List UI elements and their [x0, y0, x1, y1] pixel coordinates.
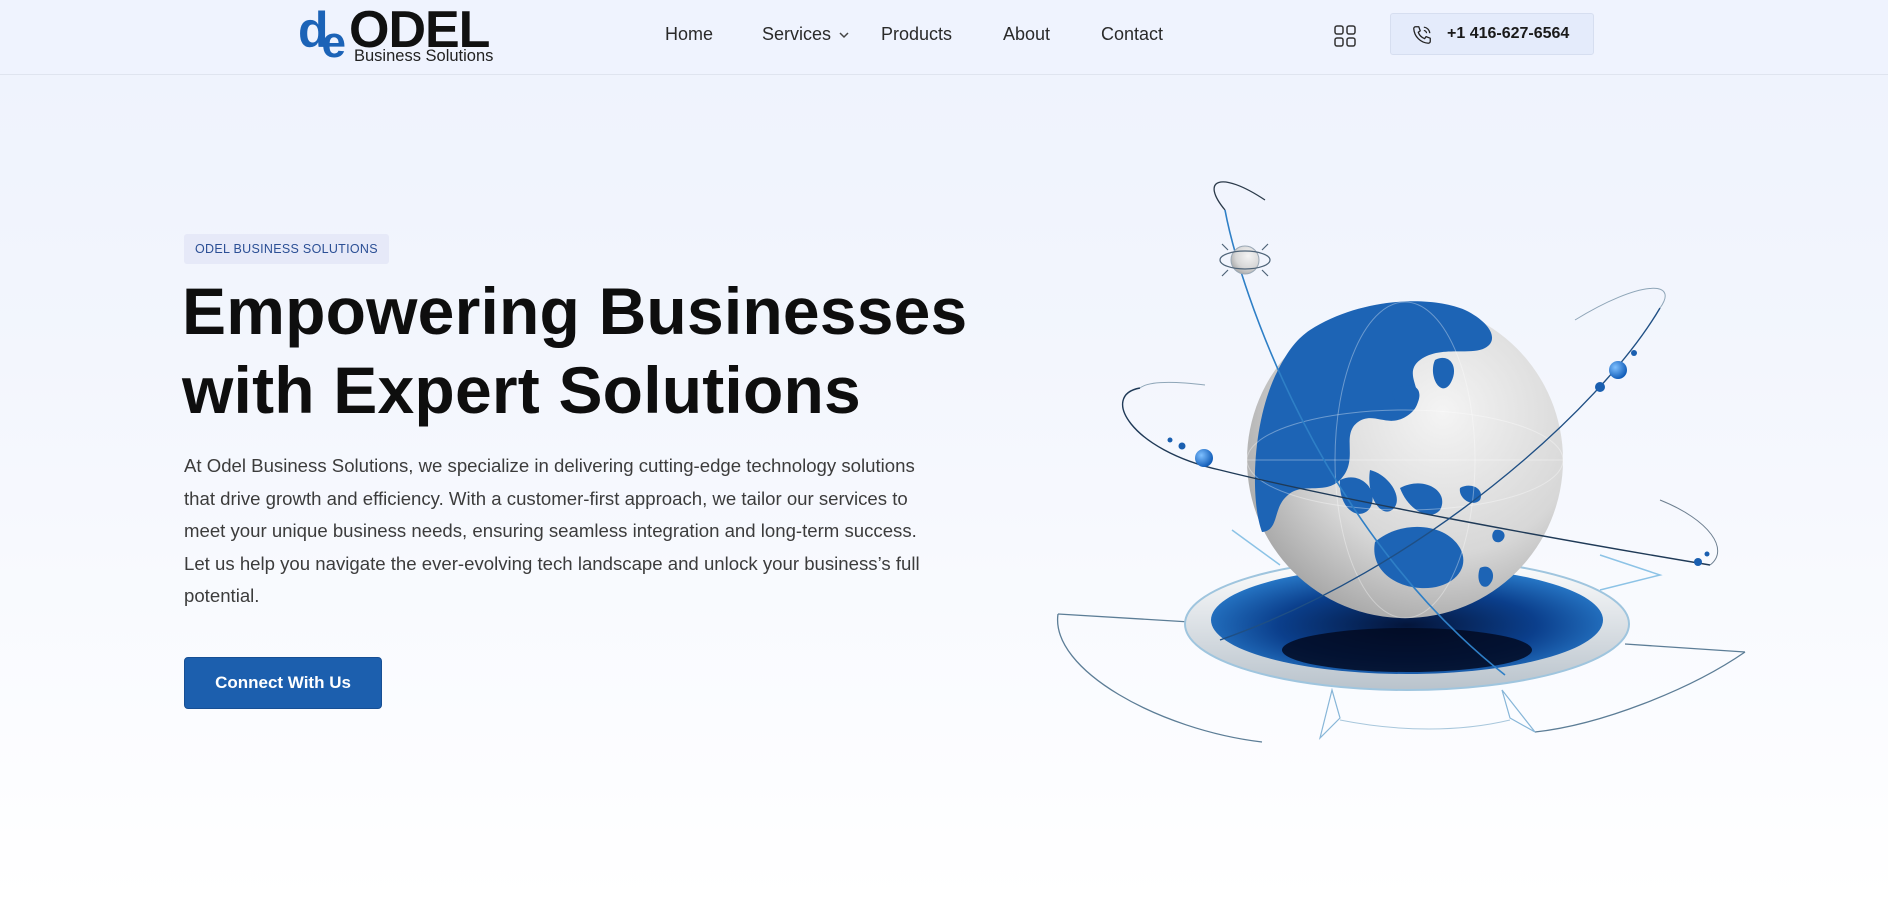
nav-contact[interactable]: Contact — [1101, 24, 1163, 45]
nav-services[interactable]: Services — [762, 24, 831, 45]
hero-description: At Odel Business Solutions, we specializ… — [184, 455, 920, 607]
phone-number: +1 416-627-6564 — [1447, 25, 1570, 42]
connect-button[interactable]: Connect With Us — [184, 657, 382, 709]
nav-products[interactable]: Products — [881, 24, 952, 45]
nav-home[interactable]: Home — [665, 24, 713, 45]
hero-badge: ODEL BUSINESS SOLUTIONS — [184, 234, 389, 264]
globe-illustration — [1057, 181, 1746, 743]
nav-about[interactable]: About — [1003, 24, 1050, 45]
grid-icon[interactable] — [1333, 24, 1357, 48]
site-logo[interactable]: de ODEL Business Solutions — [298, 2, 498, 68]
site-header: de ODEL Business Solutions Home Services… — [0, 0, 1888, 75]
phone-button[interactable]: +1 416-627-6564 — [1390, 13, 1594, 55]
hero-title: Empowering Businesses with Expert Soluti… — [182, 272, 1002, 430]
chevron-down-icon[interactable] — [837, 28, 851, 42]
logo-subtitle: Business Solutions — [354, 47, 494, 65]
hero-title-line1: Empowering Businesses — [182, 274, 968, 348]
logo-mark: de — [298, 2, 346, 67]
phone-icon — [1413, 26, 1431, 44]
hero-title-line2: with Expert Solutions — [182, 353, 861, 427]
